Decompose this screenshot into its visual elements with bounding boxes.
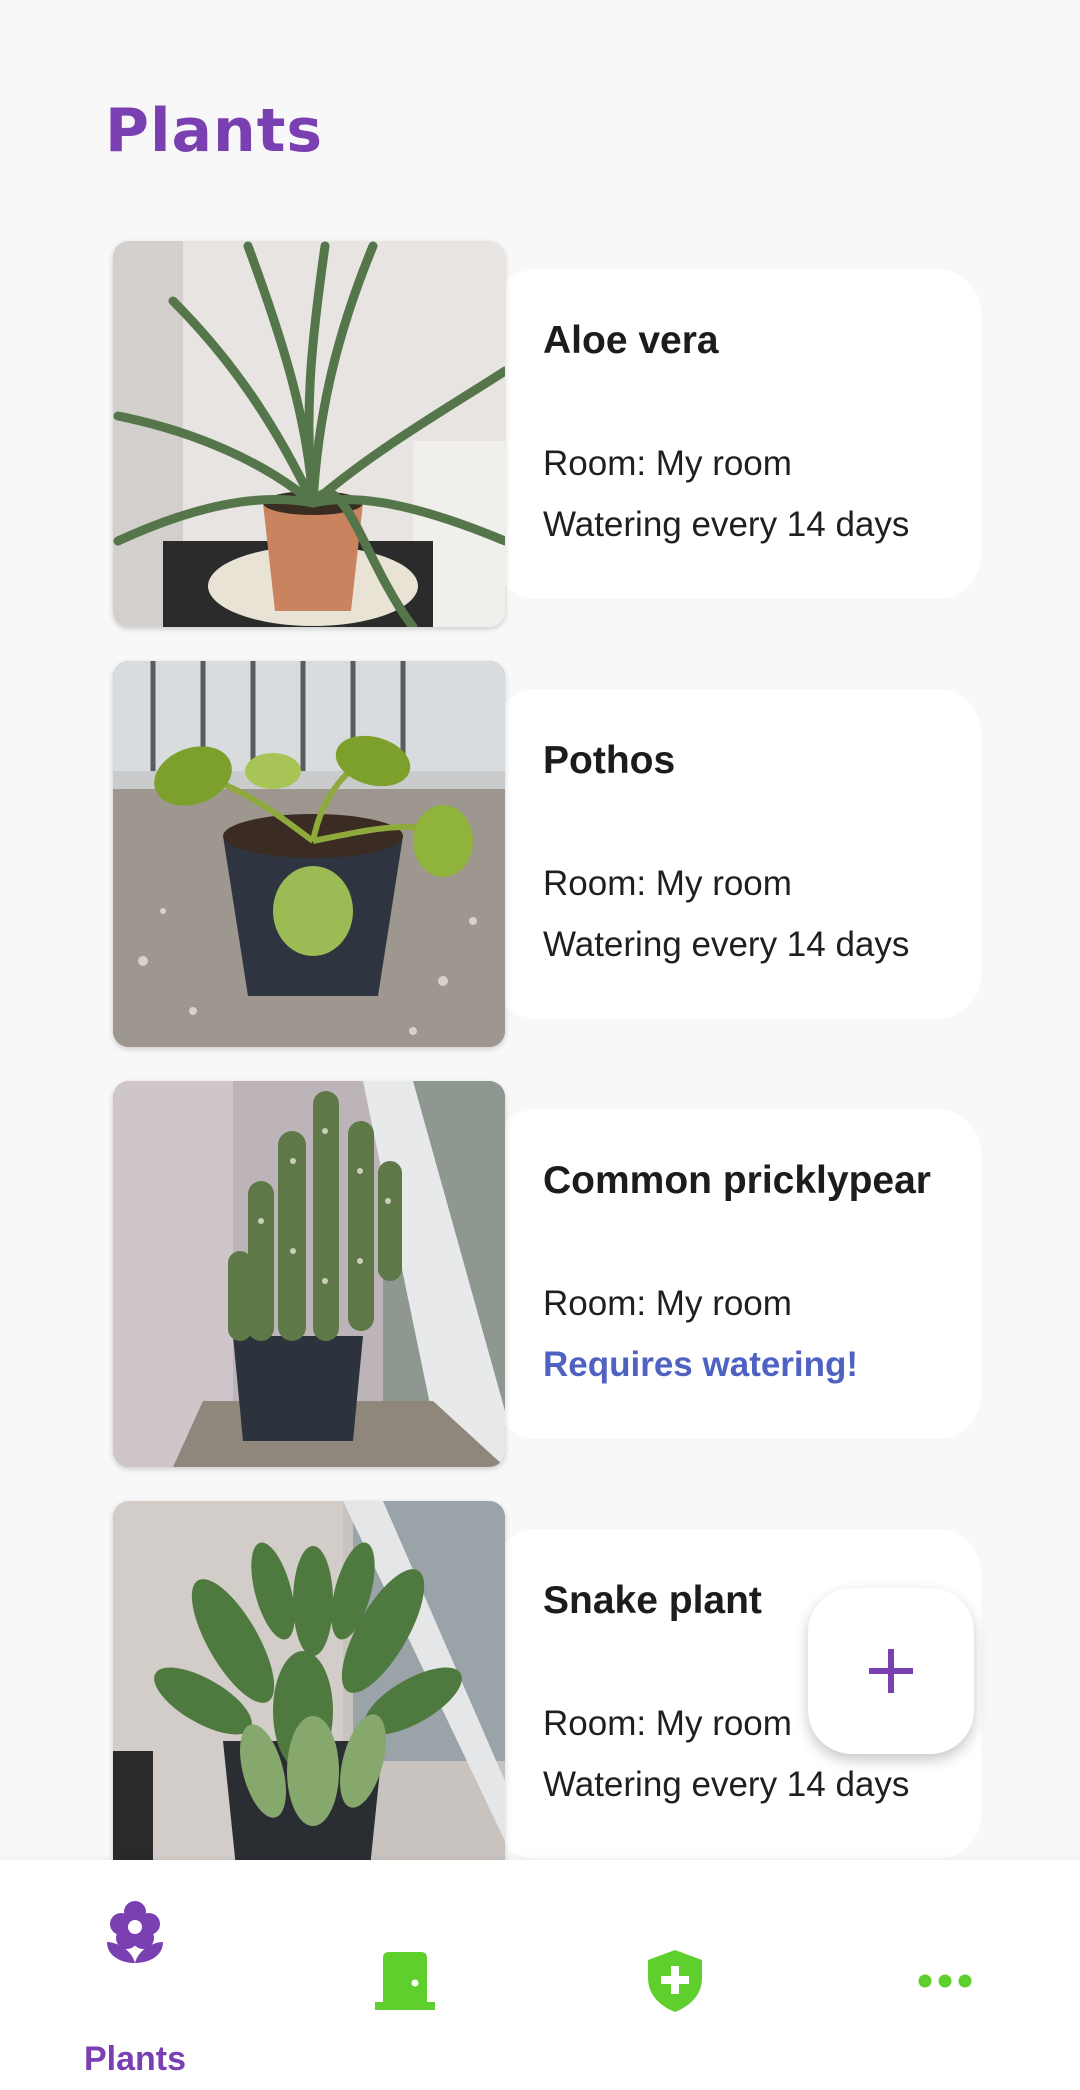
plant-photo [113, 1081, 505, 1467]
plant-photo [113, 241, 505, 627]
add-plant-button[interactable] [808, 1588, 974, 1754]
plant-photo [113, 661, 505, 1047]
plant-room: Room: My room [543, 1284, 792, 1323]
plant-name: Pothos [543, 739, 676, 782]
plant-name: Common pricklypear [543, 1159, 931, 1202]
plant-name: Snake plant [543, 1579, 762, 1622]
door-icon [375, 1952, 435, 2010]
nav-label-plants: Plants [83, 2040, 187, 2078]
plant-card-common-pricklypear[interactable]: Common pricklypear Room: My room Require… [113, 1081, 981, 1467]
nav-item-more[interactable] [810, 1860, 1080, 2090]
plant-card-aloe-vera[interactable]: Aloe vera Room: My room Watering every 1… [113, 241, 981, 627]
nav-item-health[interactable] [540, 1860, 810, 2090]
flower-icon [107, 1901, 163, 1963]
plant-list[interactable]: Aloe vera Room: My room Watering every 1… [0, 0, 1080, 1860]
plant-name: Aloe vera [543, 319, 719, 362]
plus-icon [869, 1649, 913, 1693]
plant-room: Room: My room [543, 864, 792, 903]
plant-room: Room: My room [543, 1704, 792, 1743]
plant-room: Room: My room [543, 444, 792, 483]
watering-info: Watering every 14 days [543, 505, 910, 544]
more-horizontal-icon [918, 1974, 972, 1988]
watering-info: Watering every 14 days [543, 1765, 910, 1804]
nav-item-plants[interactable]: Plants [0, 1860, 270, 2090]
plant-photo [113, 1501, 505, 1860]
watering-info: Watering every 14 days [543, 925, 910, 964]
bottom-navigation: Plants [0, 1860, 1080, 2090]
watering-alert: Requires watering! [543, 1345, 859, 1384]
nav-item-rooms[interactable] [270, 1860, 540, 2090]
plant-card-pothos[interactable]: Pothos Room: My room Watering every 14 d… [113, 661, 981, 1047]
shield-plus-icon [648, 1950, 702, 2012]
